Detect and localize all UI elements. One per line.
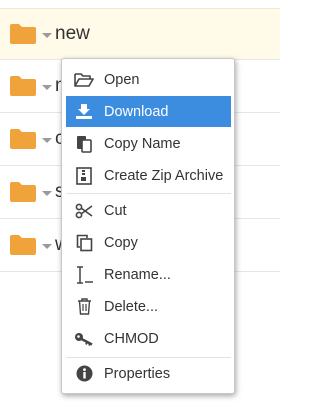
clipboard-icon <box>73 134 95 154</box>
menu-item-download[interactable]: Download <box>66 96 231 127</box>
menu-separator <box>66 193 231 194</box>
menu-item-label: Copy Name <box>104 135 181 152</box>
menu-item-label: Cut <box>104 202 127 219</box>
folder-icon <box>10 235 36 255</box>
file-name[interactable]: new <box>55 22 90 46</box>
folder-icon <box>10 76 36 96</box>
folder-icon <box>10 182 36 202</box>
row-menu-caret-icon[interactable] <box>42 138 52 143</box>
folder-icon <box>10 129 36 149</box>
archive-icon <box>73 166 95 186</box>
row-menu-caret-icon[interactable] <box>42 85 52 90</box>
row-menu-caret-icon[interactable] <box>42 33 52 38</box>
folder-icon <box>10 24 36 44</box>
menu-item-label: Download <box>104 103 169 120</box>
menu-item-cut[interactable]: Cut <box>66 195 231 226</box>
menu-item-chmod[interactable]: CHMOD <box>66 323 231 354</box>
download-icon <box>73 102 95 122</box>
menu-item-rename[interactable]: Rename... <box>66 259 231 290</box>
menu-item-label: Properties <box>104 365 171 382</box>
trash-icon <box>73 297 95 317</box>
key-icon <box>73 329 95 349</box>
row-menu-caret-icon[interactable] <box>42 244 52 249</box>
scissors-icon <box>73 201 95 221</box>
menu-item-label: CHMOD <box>104 330 159 347</box>
menu-item-label: Open <box>104 71 140 88</box>
menu-item-delete[interactable]: Delete... <box>66 291 231 322</box>
folder-open-icon <box>73 70 95 90</box>
context-menu: Open Download Copy Name Create Zip Archi… <box>61 58 235 394</box>
menu-item-label: Copy <box>104 234 138 251</box>
menu-item-copy-name[interactable]: Copy Name <box>66 128 231 159</box>
menu-item-open[interactable]: Open <box>66 64 231 95</box>
menu-item-label: Rename... <box>104 266 171 283</box>
file-row-new[interactable]: new <box>0 8 280 60</box>
copy-icon <box>73 233 95 253</box>
row-menu-caret-icon[interactable] <box>42 191 52 196</box>
menu-item-label: Create Zip Archive <box>104 167 224 184</box>
menu-item-label: Delete... <box>104 298 158 315</box>
info-icon <box>73 364 95 384</box>
menu-item-create-zip-archive[interactable]: Create Zip Archive <box>66 160 231 191</box>
menu-item-copy[interactable]: Copy <box>66 227 231 258</box>
text-cursor-icon <box>73 265 95 285</box>
menu-item-properties[interactable]: Properties <box>66 358 231 389</box>
